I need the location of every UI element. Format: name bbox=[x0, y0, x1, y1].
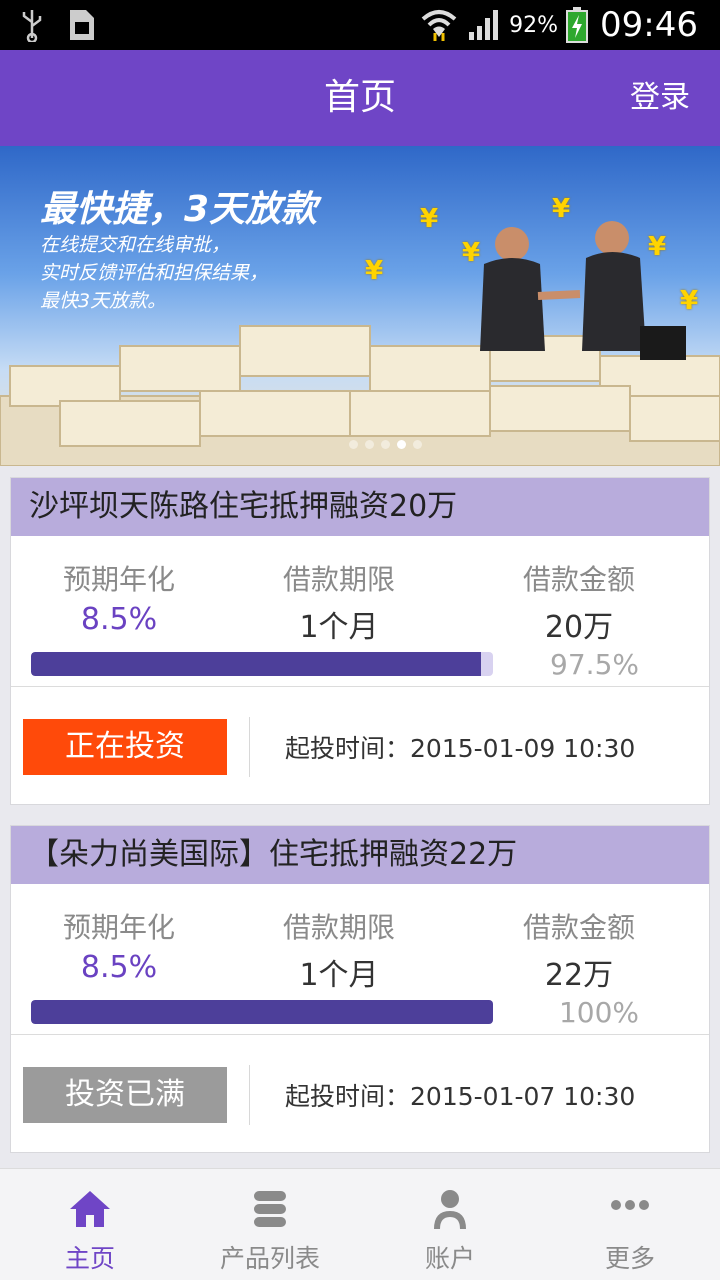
term-label: 借款期限 bbox=[282, 563, 395, 596]
nav-item-product-list[interactable]: 产品列表 bbox=[180, 1169, 360, 1280]
term-label: 借款期限 bbox=[282, 911, 395, 944]
page-title: 首页 bbox=[323, 77, 396, 118]
carousel-dot[interactable] bbox=[412, 440, 422, 449]
user-icon bbox=[434, 1190, 466, 1229]
usb-icon bbox=[22, 10, 42, 42]
start-time: 起投时间：2015-01-09 10:30 bbox=[285, 729, 635, 765]
amount-value: 20万 bbox=[544, 610, 614, 645]
nav-item-home[interactable]: 主页 bbox=[0, 1169, 180, 1280]
carousel-dot[interactable] bbox=[380, 440, 390, 449]
carousel-dot[interactable] bbox=[348, 440, 358, 449]
nav-label: 更多 bbox=[604, 1244, 655, 1273]
rate-label: 预期年化 bbox=[62, 563, 175, 596]
product-footer: 投资已满 起投时间：2015-01-07 10:30 bbox=[11, 1034, 709, 1152]
fully-funded-button[interactable]: 投资已满 bbox=[23, 1067, 227, 1123]
clock: 09:46 bbox=[600, 5, 698, 45]
battery-percent: 92% bbox=[509, 12, 559, 38]
status-bar: 92% 09:46 bbox=[0, 0, 720, 50]
divider bbox=[249, 1065, 250, 1125]
carousel-indicator bbox=[0, 440, 720, 449]
banner-line: 在线提交和在线审批， bbox=[40, 234, 231, 256]
login-button[interactable]: 登录 bbox=[630, 50, 690, 146]
start-time-label: 起投时间： bbox=[285, 734, 411, 763]
rate-value: 8.5% bbox=[80, 950, 158, 985]
more-icon bbox=[611, 1200, 649, 1210]
product-title[interactable]: 沙坪坝天陈路住宅抵押融资20万 bbox=[11, 478, 709, 536]
term-value: 1个月 bbox=[299, 610, 379, 645]
coin-icon: ¥ bbox=[420, 204, 439, 234]
start-time-label: 起投时间： bbox=[285, 1082, 411, 1111]
wifi-icon bbox=[421, 10, 457, 41]
carousel-dot[interactable] bbox=[364, 440, 374, 449]
promo-banner[interactable]: ¥ ¥ ¥ ¥ ¥ ¥ 最快捷，3天放款 在线提交和在线审批， 实时反馈评估和担… bbox=[0, 146, 720, 466]
amount-label: 借款金额 bbox=[522, 911, 635, 944]
progress-percent: 97.5% bbox=[550, 648, 639, 681]
home-icon bbox=[70, 1191, 110, 1227]
banner-line: 实时反馈评估和担保结果， bbox=[40, 262, 269, 284]
nav-item-more[interactable]: 更多 bbox=[540, 1169, 720, 1280]
banner-headline: 最快捷，3天放款 bbox=[40, 189, 318, 230]
progress-percent: 100% bbox=[558, 996, 639, 1029]
bottom-navigation: 主页 产品列表 账户 更多 bbox=[0, 1168, 720, 1280]
carousel-dot-active[interactable] bbox=[396, 440, 406, 449]
nav-label: 账户 bbox=[424, 1244, 475, 1273]
product-card[interactable]: 沙坪坝天陈路住宅抵押融资20万 预期年化 借款期限 借款金额 8.5% 1个月 … bbox=[10, 477, 710, 805]
product-stats: 预期年化 借款期限 借款金额 8.5% 1个月 20万 97.5% bbox=[11, 536, 709, 686]
coin-icon: ¥ bbox=[552, 194, 571, 224]
start-time: 起投时间：2015-01-07 10:30 bbox=[285, 1077, 635, 1113]
list-icon bbox=[254, 1191, 286, 1227]
amount-value: 22万 bbox=[544, 958, 614, 993]
product-title[interactable]: 【朵力尚美国际】住宅抵押融资22万 bbox=[11, 826, 709, 884]
funding-progress-bar bbox=[31, 1000, 493, 1024]
rate-label: 预期年化 bbox=[62, 911, 175, 944]
product-card[interactable]: 【朵力尚美国际】住宅抵押融资22万 预期年化 借款期限 借款金额 8.5% 1个… bbox=[10, 825, 710, 1153]
coin-icon: ¥ bbox=[462, 238, 481, 268]
divider bbox=[249, 717, 250, 777]
nav-label: 主页 bbox=[64, 1244, 115, 1273]
app-header: 首页 登录 bbox=[0, 50, 720, 146]
term-value: 1个月 bbox=[299, 958, 379, 993]
coin-icon: ¥ bbox=[648, 232, 667, 262]
product-stats: 预期年化 借款期限 借款金额 8.5% 1个月 22万 100% bbox=[11, 884, 709, 1034]
progress-fill bbox=[31, 652, 482, 676]
funding-progress-bar bbox=[31, 652, 493, 676]
rate-value: 8.5% bbox=[80, 602, 158, 637]
progress-fill bbox=[31, 1000, 493, 1024]
product-footer: 正在投资 起投时间：2015-01-09 10:30 bbox=[11, 686, 709, 804]
sim-card-icon bbox=[70, 10, 94, 40]
amount-label: 借款金额 bbox=[522, 563, 635, 596]
investing-button[interactable]: 正在投资 bbox=[23, 719, 227, 775]
start-time-value: 2015-01-09 10:30 bbox=[410, 734, 636, 763]
battery-charging-icon bbox=[566, 7, 589, 43]
coin-icon: ¥ bbox=[365, 256, 384, 286]
start-time-value: 2015-01-07 10:30 bbox=[410, 1082, 636, 1111]
nav-label: 产品列表 bbox=[219, 1244, 320, 1273]
banner-line: 最快3天放款。 bbox=[40, 290, 167, 312]
nav-item-account[interactable]: 账户 bbox=[360, 1169, 540, 1280]
coin-icon: ¥ bbox=[680, 286, 699, 316]
signal-icon bbox=[469, 10, 499, 40]
